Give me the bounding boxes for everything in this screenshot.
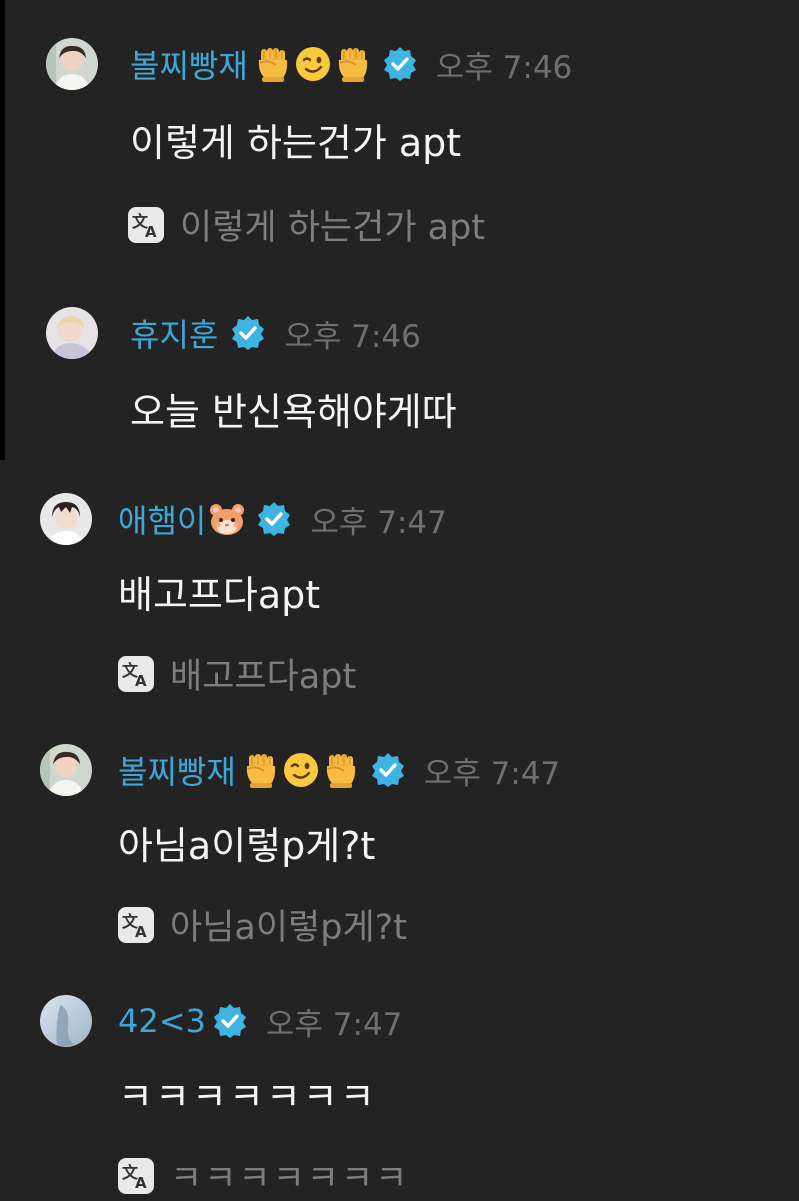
author-name[interactable]: 42<3 (118, 1002, 206, 1040)
translation-row: 이렇게 하는건가 apt (128, 199, 485, 250)
verified-badge-icon (212, 1003, 248, 1039)
fist-emoji-icon (334, 45, 372, 83)
message-timestamp: 오후 7:47 (423, 755, 561, 792)
message-timestamp: 오후 7:46 (435, 49, 573, 86)
translate-icon[interactable] (118, 1157, 154, 1194)
left-edge-strip (0, 0, 5, 460)
message-header: 애햄이 오후 7:47 (118, 493, 447, 545)
translate-icon[interactable] (118, 655, 154, 692)
fist-emoji-icon (242, 751, 280, 789)
translation-text: 배고프다apt (170, 657, 357, 697)
winking-face-emoji-icon (282, 751, 320, 789)
avatar[interactable] (46, 307, 98, 359)
message-timestamp: 오후 7:46 (284, 318, 421, 355)
winking-face-emoji-icon (294, 45, 332, 83)
fist-emoji-icon (254, 45, 292, 83)
fist-emoji-icon (322, 751, 360, 789)
translation-row: 아님a이렇p게?t (118, 899, 407, 950)
message-text: 아님a이렇p게?t (118, 824, 376, 868)
author-name[interactable]: 애햄이 (118, 496, 206, 542)
translation-text: ㅋㅋㅋㅋㅋㅋㅋ (170, 1159, 410, 1199)
avatar[interactable] (40, 744, 92, 796)
message-header: 볼찌빵재 오후 7:46 (130, 38, 572, 90)
translate-icon[interactable] (128, 206, 164, 243)
verified-badge-icon (370, 752, 406, 788)
verified-badge-icon (256, 501, 292, 537)
author-name[interactable]: 볼찌빵재 (130, 41, 248, 87)
author-name[interactable]: 휴지훈 (130, 310, 218, 356)
message-text: 오늘 반신욕해야게따 (130, 390, 457, 434)
message-text: ㅋㅋㅋㅋㅋㅋㅋ (118, 1075, 377, 1119)
hamster-emoji-icon (208, 500, 246, 538)
message-header: 42<3 오후 7:47 (118, 995, 402, 1047)
message-text: 배고프다apt (118, 573, 321, 617)
message-header: 볼찌빵재 오후 7:47 (118, 744, 560, 796)
avatar[interactable] (46, 38, 98, 90)
avatar[interactable] (40, 995, 92, 1047)
verified-badge-icon (382, 46, 418, 82)
avatar[interactable] (40, 493, 92, 545)
message-timestamp: 오후 7:47 (265, 1006, 403, 1043)
translation-row: 배고프다apt (118, 648, 356, 699)
message-text: 이렇게 하는건가 apt (130, 121, 462, 165)
translation-row: ㅋㅋㅋㅋㅋㅋㅋ (118, 1150, 409, 1201)
translate-icon[interactable] (118, 906, 154, 943)
author-name[interactable]: 볼찌빵재 (118, 747, 236, 793)
translation-text: 이렇게 하는건가 apt (180, 208, 486, 248)
verified-badge-icon (230, 315, 266, 351)
message-header: 휴지훈 오후 7:46 (130, 307, 421, 359)
message-timestamp: 오후 7:47 (310, 504, 447, 541)
translation-text: 아님a이렇p게?t (170, 908, 407, 948)
